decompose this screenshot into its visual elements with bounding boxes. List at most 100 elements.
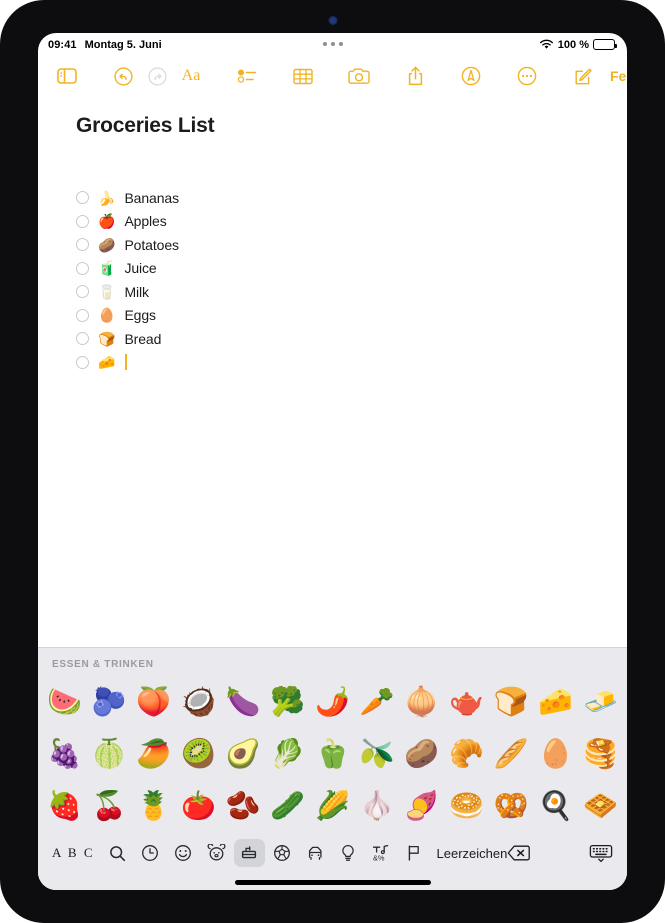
- list-item[interactable]: 🍎 Apples: [76, 210, 627, 234]
- emoji-key[interactable]: 🍓: [44, 786, 85, 827]
- dot: [322, 42, 327, 46]
- emoji-key[interactable]: 🧅: [401, 682, 442, 723]
- emoji-key[interactable]: 🍒: [89, 786, 130, 827]
- emoji-key[interactable]: 🍇: [44, 734, 85, 775]
- activities-icon[interactable]: [267, 839, 298, 867]
- travel-and-places-icon[interactable]: [300, 839, 331, 867]
- search-icon[interactable]: [102, 839, 133, 867]
- emoji-key[interactable]: 🧄: [357, 786, 398, 827]
- emoji-key[interactable]: 🥨: [491, 786, 532, 827]
- list-item[interactable]: 🍌 Bananas: [76, 186, 627, 210]
- status-bar: 09:41 Montag 5. Juni 100 %: [38, 33, 627, 56]
- emoji-key[interactable]: 🫖: [446, 682, 487, 723]
- markup-icon[interactable]: [454, 61, 488, 91]
- ipad-device-frame: 09:41 Montag 5. Juni 100 % Aa Fe Groceri…: [0, 0, 665, 923]
- emoji-key[interactable]: 🥬: [267, 734, 308, 775]
- emoji-key[interactable]: 🥝: [178, 734, 219, 775]
- list-item[interactable]: 🍞 Bread: [76, 327, 627, 351]
- status-date: Montag 5. Juni: [84, 38, 162, 51]
- share-icon[interactable]: [398, 61, 432, 91]
- format-text-button[interactable]: Aa: [174, 61, 208, 91]
- emoji-key[interactable]: 🌶️: [312, 682, 353, 723]
- emoji-key[interactable]: 🍍: [133, 786, 174, 827]
- emoji-key[interactable]: 🥦: [267, 682, 308, 723]
- space-key[interactable]: Leerzeichen: [437, 846, 508, 861]
- delete-icon[interactable]: [507, 844, 531, 862]
- emoji-key[interactable]: 🍠: [401, 786, 442, 827]
- food-and-drink-icon[interactable]: [233, 839, 265, 867]
- emoji-key[interactable]: 🍉: [44, 682, 85, 723]
- symbols-icon[interactable]: &%: [366, 839, 397, 867]
- item-emoji: 🧃: [98, 260, 116, 277]
- checkbox-icon[interactable]: [76, 308, 89, 322]
- status-bar-left: 09:41 Montag 5. Juni: [48, 39, 162, 51]
- emoji-key[interactable]: 🥒: [267, 786, 308, 827]
- emoji-key[interactable]: 🥥: [178, 682, 219, 723]
- toolbar-right-group: Aa Fe: [174, 61, 627, 91]
- note-body[interactable]: Groceries List 🍌 Bananas 🍎 Apples 🥔 Pota…: [38, 96, 627, 647]
- abc-keyboard-button[interactable]: A B C: [46, 845, 101, 861]
- home-indicator-area: [38, 874, 627, 890]
- more-icon[interactable]: [510, 61, 544, 91]
- emoji-key[interactable]: 🫘: [223, 786, 264, 827]
- emoji-key[interactable]: 🫑: [312, 734, 353, 775]
- checkbox-icon[interactable]: [76, 191, 89, 205]
- list-item[interactable]: 🥛 Milk: [76, 280, 627, 304]
- checkbox-icon[interactable]: [76, 261, 89, 275]
- note-toolbar: Aa Fe: [38, 56, 627, 96]
- compose-icon[interactable]: [566, 61, 600, 91]
- table-icon[interactable]: [286, 61, 320, 91]
- sidebar-toggle-icon[interactable]: [50, 61, 84, 91]
- emoji-key[interactable]: 🍈: [89, 734, 130, 775]
- item-label: Milk: [124, 283, 149, 300]
- done-button[interactable]: Fertig: [600, 68, 627, 84]
- emoji-key[interactable]: 🧀: [535, 682, 576, 723]
- objects-lightbulb-icon[interactable]: [333, 839, 364, 867]
- emoji-key[interactable]: 🥔: [401, 734, 442, 775]
- checkbox-icon[interactable]: [76, 285, 89, 299]
- item-label: Potatoes: [124, 236, 179, 253]
- checkbox-icon[interactable]: [76, 214, 89, 228]
- emoji-row: 🍓 🍒 🍍 🍅 🫘 🥒 🌽 🧄 🍠 🥯 🥨 🍳 🧇: [44, 780, 621, 832]
- camera-icon[interactable]: [342, 61, 376, 91]
- emoji-key[interactable]: 🫒: [357, 734, 398, 775]
- emoji-key[interactable]: 🍳: [535, 786, 576, 827]
- checkbox-icon[interactable]: [76, 238, 89, 252]
- emoji-key[interactable]: 🧇: [580, 786, 621, 827]
- animals-nature-icon[interactable]: [201, 839, 232, 867]
- emoji-key[interactable]: 🥐: [446, 734, 487, 775]
- emoji-key[interactable]: 🍅: [178, 786, 219, 827]
- list-item[interactable]: 🥔 Potatoes: [76, 233, 627, 257]
- recents-clock-icon[interactable]: [135, 839, 166, 867]
- emoji-key[interactable]: 🥑: [223, 734, 264, 775]
- home-indicator[interactable]: [234, 879, 431, 885]
- hide-keyboard-icon[interactable]: [589, 844, 617, 863]
- emoji-key[interactable]: 🍞: [491, 682, 532, 723]
- emoji-key[interactable]: 🌽: [312, 786, 353, 827]
- wifi-icon: [539, 39, 554, 50]
- emoji-key[interactable]: 🥭: [133, 734, 174, 775]
- list-item[interactable]: 🧃 Juice: [76, 257, 627, 281]
- status-bar-right: 100 %: [539, 39, 617, 51]
- keyboard-bottom-bar: A B C &% Leerzeichen: [38, 832, 627, 874]
- item-emoji: 🍎: [98, 213, 116, 230]
- smileys-icon[interactable]: [168, 839, 199, 867]
- checkbox-icon[interactable]: [76, 332, 89, 346]
- checklist: 🍌 Bananas 🍎 Apples 🥔 Potatoes 🧃 Juice 🥛 …: [76, 186, 627, 374]
- flags-icon[interactable]: [399, 839, 430, 867]
- emoji-key[interactable]: 🥖: [491, 734, 532, 775]
- emoji-key[interactable]: 🍑: [133, 682, 174, 723]
- checkbox-icon[interactable]: [76, 355, 89, 369]
- emoji-key[interactable]: 🥯: [446, 786, 487, 827]
- list-item-active[interactable]: 🧀: [76, 351, 627, 375]
- emoji-key[interactable]: 🍆: [223, 682, 264, 723]
- list-item[interactable]: 🥚 Eggs: [76, 304, 627, 328]
- emoji-key[interactable]: 🥕: [357, 682, 398, 723]
- emoji-key[interactable]: 🫐: [89, 682, 130, 723]
- emoji-key[interactable]: 🧈: [580, 682, 621, 723]
- multitasking-dots-icon[interactable]: [322, 42, 343, 46]
- checklist-icon[interactable]: [230, 61, 264, 91]
- undo-icon[interactable]: [106, 61, 140, 91]
- emoji-key[interactable]: 🥞: [580, 734, 621, 775]
- emoji-key[interactable]: 🥚: [535, 734, 576, 775]
